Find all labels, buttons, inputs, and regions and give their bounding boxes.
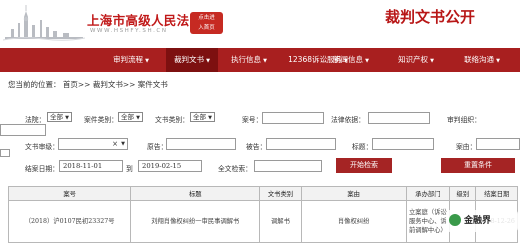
chevron-down-icon: ▼ [430, 58, 434, 64]
case-category-value: 全部 [121, 113, 134, 121]
breadcrumb: 您当前的位置： 首页>> 裁判文书>> 案件文书 [8, 80, 168, 89]
nav-item-trial-process[interactable]: 审判流程 ▼ [96, 48, 166, 72]
enter-badge-line1: 点击进 [198, 15, 215, 21]
enter-badge-line2: 入首页 [198, 25, 215, 31]
chevron-down-icon: ▼ [121, 141, 125, 147]
cause-overflow-input[interactable] [0, 149, 10, 157]
chevron-down-icon: ▼ [145, 58, 149, 64]
column-header[interactable]: 案号 [7, 186, 132, 201]
chevron-down-icon: ▼ [496, 58, 500, 64]
title-input[interactable] [372, 138, 434, 150]
column-header[interactable]: 级别 [449, 186, 477, 201]
court-select-value: 全部 [50, 113, 63, 121]
nav-label: 联络沟通 [464, 55, 495, 64]
shanghai-skyline-logo[interactable] [3, 3, 85, 41]
trial-group-label: 审判组织： [447, 116, 481, 124]
fulltext-input[interactable] [254, 160, 322, 172]
nav-label: 新闻信息 [333, 55, 364, 64]
clear-icon[interactable]: × [112, 139, 118, 149]
chevron-down-icon: ▼ [206, 58, 210, 64]
enter-homepage-button[interactable]: 点击进 入首页 [190, 12, 223, 34]
nav-item-judgment-docs[interactable]: 裁判文书 ▼ [166, 48, 218, 72]
column-header[interactable]: 标题 [130, 186, 261, 201]
table-row[interactable]: （2018）沪0107民初23327号 刘翔肖像权纠纷一审民事调解书 调解书 肖… [7, 200, 518, 243]
chevron-down-icon: ▼ [365, 58, 369, 64]
cell-department: 立案庭（诉讼服务中心、诉前调解中心） [405, 200, 451, 243]
column-header[interactable]: 文书类别 [259, 186, 302, 201]
case-category-label: 案件类别： [84, 116, 118, 124]
chevron-down-icon: ▼ [263, 58, 267, 64]
cell-doc-type: 调解书 [259, 200, 302, 243]
watermark: 金融界 [446, 210, 518, 232]
plaintiff-input[interactable] [166, 138, 236, 150]
site-header: 上海市高级人民法院网 WWW.HSHFY.SH.CN 点击进 入首页 裁判文书公… [0, 0, 520, 48]
cause-input[interactable] [476, 138, 520, 150]
nav-label: 知识产权 [398, 55, 429, 64]
nav-item-contact[interactable]: 联络沟通 ▼ [450, 48, 514, 72]
cell-case-no: （2018）沪0107民初23327号 [7, 200, 132, 243]
nav-item-ip[interactable]: 知识产权 ▼ [386, 48, 446, 72]
main-nav: 审判流程 ▼ 裁判文书 ▼ 执行信息 ▼ 12368诉讼服务 ▼ 新闻信息 ▼ 知识产权 ▼… [0, 48, 520, 72]
case-no-label: 案号： [242, 116, 263, 124]
court-label: 法院： [25, 116, 46, 124]
chevron-down-icon: ▼ [65, 115, 69, 121]
reset-button[interactable]: 重置条件 [441, 158, 515, 173]
column-header[interactable]: 承办部门 [405, 186, 451, 201]
date-to-input[interactable]: 2019-02-15 [138, 160, 202, 172]
jrj-logo-icon [449, 213, 461, 226]
nav-label: 裁判文书 [174, 55, 205, 64]
section-title: 裁判文书公开 [385, 8, 476, 26]
site-url: WWW.HSHFY.SH.CN [90, 28, 168, 34]
watermark-text: 金融界 [464, 216, 492, 226]
title-label: 标题： [352, 143, 373, 151]
date-from-input[interactable]: 2018-11-01 [59, 160, 123, 172]
chevron-down-icon: ▼ [136, 115, 140, 121]
date-label: 结案日期： [25, 165, 59, 173]
cause-label: 案由： [456, 143, 477, 151]
cell-cause: 肖像权纠纷 [300, 200, 407, 243]
nav-label: 审判流程 [113, 55, 144, 64]
court-select[interactable]: 全部 ▼ [47, 112, 72, 122]
defendant-label: 被告： [246, 143, 267, 151]
doc-level-label: 文书审级： [25, 143, 59, 151]
doc-type-label: 文书类别： [155, 116, 189, 124]
nav-item-news[interactable]: 新闻信息 ▼ [322, 48, 380, 72]
table-header-row: 案号 标题 文书类别 案由 承办部门 级别 结案日期 [7, 186, 518, 201]
nav-item-execution-info[interactable]: 执行信息 ▼ [220, 48, 278, 72]
chevron-down-icon: ▼ [208, 115, 212, 121]
legal-basis-label: 法律依据： [331, 116, 365, 124]
cell-title-link[interactable]: 刘翔肖像权纠纷一审民事调解书 [130, 200, 261, 243]
results-table: 案号 标题 文书类别 案由 承办部门 级别 结案日期 （2018）沪0107民初… [7, 186, 518, 243]
doc-level-select[interactable]: × ▼ [58, 138, 128, 150]
plaintiff-label: 原告： [147, 143, 168, 151]
fulltext-label: 全文检索： [218, 165, 252, 173]
trial-group-input[interactable] [0, 124, 46, 136]
case-category-select[interactable]: 全部 ▼ [118, 112, 143, 122]
doc-type-value: 全部 [193, 113, 206, 121]
date-separator: 到 [126, 165, 133, 173]
case-no-input[interactable] [262, 112, 324, 124]
doc-type-select[interactable]: 全部 ▼ [190, 112, 215, 122]
defendant-input[interactable] [266, 138, 336, 150]
column-header[interactable]: 结案日期 [475, 186, 518, 201]
search-button[interactable]: 开始检索 [336, 158, 392, 173]
legal-basis-input[interactable] [368, 112, 430, 124]
column-header[interactable]: 案由 [300, 186, 407, 201]
nav-label: 执行信息 [231, 55, 262, 64]
